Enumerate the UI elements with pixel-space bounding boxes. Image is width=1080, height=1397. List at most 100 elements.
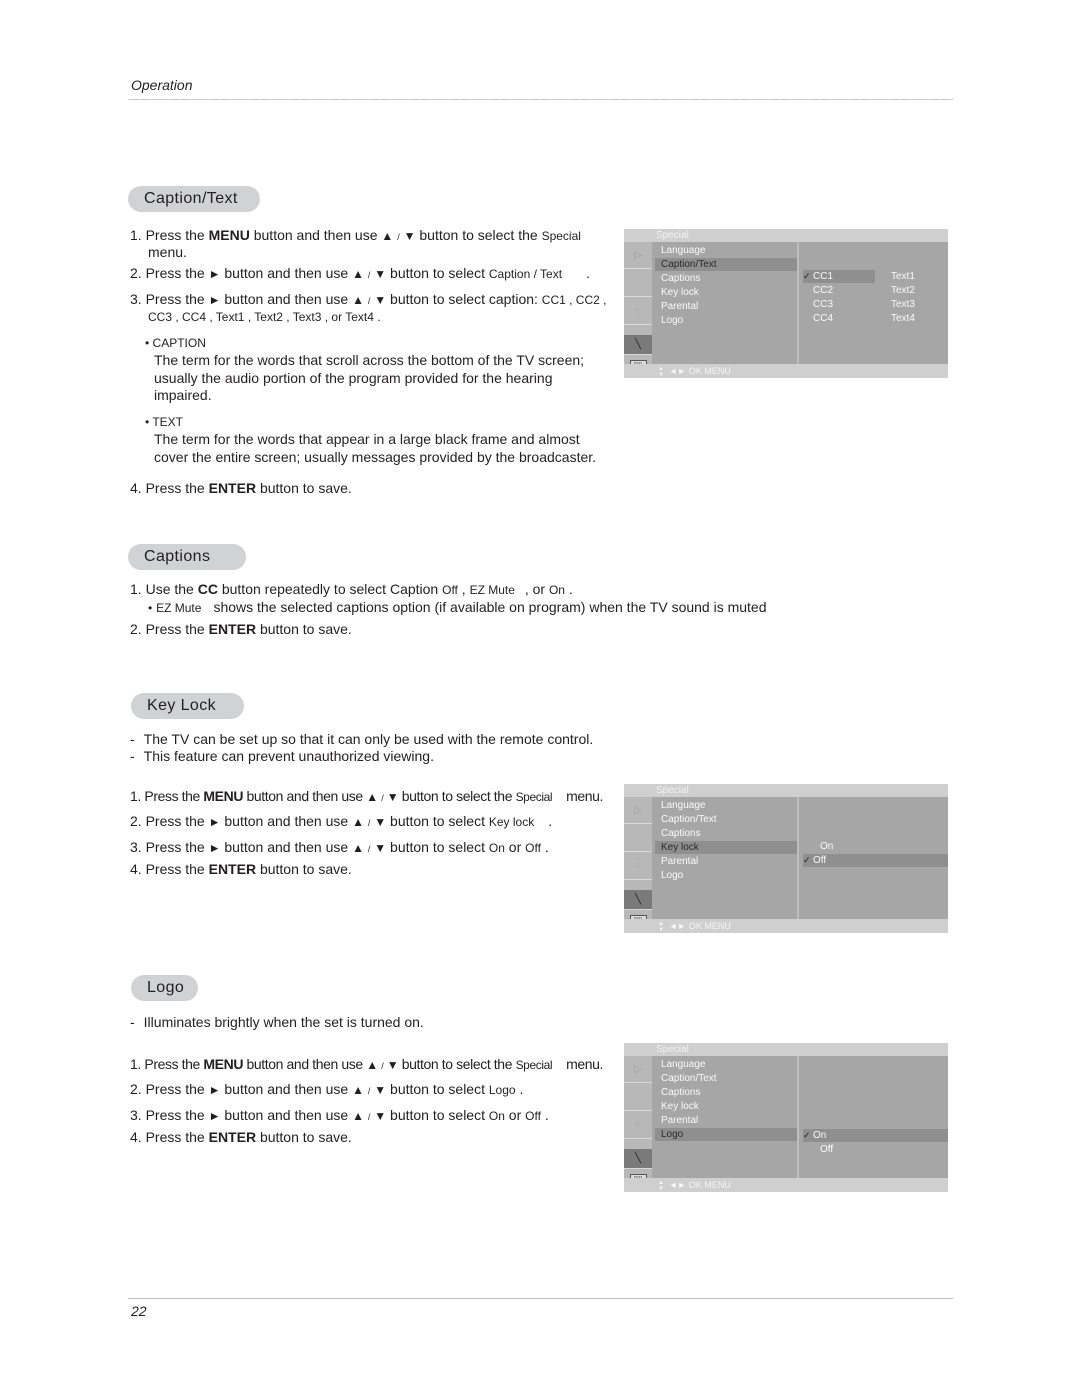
key-lock-intro-2: - This feature can prevent unauthorized v… xyxy=(130,748,434,764)
osd-nav-bar: ▲ ▼ ◄► OK MENU xyxy=(624,1178,948,1192)
right-arrow-icon: ► xyxy=(208,293,221,307)
osd-title: Special xyxy=(656,230,689,241)
osd-option-text2[interactable]: Text2 xyxy=(891,284,915,297)
caption-text-step-4: 4. Press the ENTER button to save. xyxy=(130,480,352,496)
osd-options: On ✓ Off xyxy=(801,797,948,919)
up-arrow-icon: ▲ xyxy=(352,1083,364,1097)
osd-item-parental[interactable]: Parental xyxy=(655,855,797,868)
osd-nav-hint: ◄► OK MENU xyxy=(668,921,731,931)
bullet-text-text-2: cover the entire screen; usually message… xyxy=(154,449,597,465)
osd-option-on[interactable]: On xyxy=(820,840,833,853)
osd-item-key-lock[interactable]: Key lock xyxy=(655,1100,797,1113)
up-arrow-icon: ▲ xyxy=(381,229,394,243)
osd-option-cc2[interactable]: CC2 xyxy=(813,284,833,297)
down-arrow-icon: ▼ xyxy=(374,1109,387,1123)
right-arrow-icon: ► xyxy=(208,267,221,281)
bullet-caption-text-1: The term for the words that scroll acros… xyxy=(154,352,585,368)
sparkle-icon: ⁘ xyxy=(624,853,652,880)
osd-icon-column: ▷ ⁘ ◞ ╲ PIP xyxy=(624,242,652,371)
osd-caption-text-menu: Special ▷ ⁘ ◞ ╲ PIP Language Caption/Tex… xyxy=(624,229,948,378)
osd-item-logo[interactable]: Logo xyxy=(655,314,797,327)
pen-icon: ╲ xyxy=(624,335,652,355)
captions-heading: Captions xyxy=(128,544,246,570)
pen-icon: ╲ xyxy=(624,1149,652,1169)
up-arrow-icon: ▲ xyxy=(352,815,364,829)
cursor-icon: ▷ xyxy=(624,1056,652,1083)
check-icon: ✓ xyxy=(803,1130,811,1140)
blank-icon xyxy=(624,825,652,852)
captions-step-2: 2. Press the ENTER button to save. xyxy=(130,621,352,637)
osd-title: Special xyxy=(656,785,689,796)
osd-menu-list: Language Caption/Text Captions Key lock … xyxy=(655,1056,799,1178)
osd-item-language[interactable]: Language xyxy=(655,244,797,257)
osd-item-parental[interactable]: Parental xyxy=(655,1114,797,1127)
up-down-icon: ▲ ▼ xyxy=(658,920,664,933)
osd-item-language[interactable]: Language xyxy=(655,799,797,812)
osd-item-key-lock[interactable]: Key lock xyxy=(655,841,797,854)
down-arrow-icon: ▼ xyxy=(374,841,387,855)
osd-item-key-lock[interactable]: Key lock xyxy=(655,286,797,299)
bullet-caption-text-3: impaired. xyxy=(154,387,212,403)
section-header: Operation xyxy=(131,77,193,93)
osd-item-logo[interactable]: Logo xyxy=(655,869,797,882)
osd-icon-column: ▷ ⁘ ◞ ╲ PIP xyxy=(624,797,652,926)
down-arrow-icon: ▼ xyxy=(386,790,399,804)
osd-item-captions[interactable]: Captions xyxy=(655,1086,797,1099)
logo-step-2: 2. Press the ► button and then use ▲ / ▼… xyxy=(130,1081,524,1097)
osd-menu-list: Language Caption/Text Captions Key lock … xyxy=(655,797,799,919)
down-arrow-icon: ▼ xyxy=(374,1083,387,1097)
osd-nav-bar: ▲ ▼ ◄► OK MENU xyxy=(624,919,948,933)
osd-nav-hint: ◄► OK MENU xyxy=(668,1180,731,1190)
osd-item-captions[interactable]: Captions xyxy=(655,272,797,285)
cursor-icon: ▷ xyxy=(624,242,652,269)
key-lock-intro-1: - The TV can be set up so that it can onl… xyxy=(130,731,594,747)
down-arrow-icon: ▼ xyxy=(403,229,416,243)
logo-step-4: 4. Press the ENTER button to save. xyxy=(130,1129,352,1145)
logo-step-1: 1. Press the MENU button and then use ▲ … xyxy=(130,1056,604,1072)
up-arrow-icon: ▲ xyxy=(352,267,364,281)
osd-option-on[interactable]: ✓ On xyxy=(803,1129,948,1142)
osd-option-cc4[interactable]: CC4 xyxy=(813,312,833,325)
osd-option-off[interactable]: ✓ Off xyxy=(803,854,948,867)
up-arrow-icon: ▲ xyxy=(366,790,378,804)
right-arrow-icon: ► xyxy=(208,841,221,855)
osd-option-off[interactable]: Off xyxy=(820,1143,833,1156)
osd-item-captions[interactable]: Captions xyxy=(655,827,797,840)
sparkle-icon: ⁘ xyxy=(624,1112,652,1139)
right-arrow-icon: ► xyxy=(208,1083,221,1097)
osd-item-caption-text[interactable]: Caption/Text xyxy=(655,1072,797,1085)
osd-icon-column: ▷ ⁘ ◞ ╲ PIP xyxy=(624,1056,652,1185)
osd-option-text1[interactable]: Text1 xyxy=(891,270,915,283)
key-lock-heading: Key Lock xyxy=(131,693,244,719)
logo-heading: Logo xyxy=(131,975,198,1001)
osd-option-text4[interactable]: Text4 xyxy=(891,312,915,325)
osd-option-cc1[interactable]: ✓ CC1 xyxy=(803,270,875,283)
check-icon: ✓ xyxy=(803,855,811,865)
right-arrow-icon: ► xyxy=(208,815,221,829)
osd-option-cc3[interactable]: CC3 xyxy=(813,298,833,311)
osd-option-text3[interactable]: Text3 xyxy=(891,298,915,311)
logo-intro: - Illuminates brightly when the set is tu… xyxy=(130,1014,424,1030)
osd-item-caption-text[interactable]: Caption/Text xyxy=(655,258,797,271)
osd-item-parental[interactable]: Parental xyxy=(655,300,797,313)
captions-note: • EZ Mute shows the selected captions opt… xyxy=(148,599,767,615)
up-down-icon: ▲ ▼ xyxy=(658,1179,664,1192)
bullet-text-text-1: The term for the words that appear in a … xyxy=(154,431,580,447)
caption-text-step-3-cont: CC3 , CC4 , Text1 , Text2 , Text3 , or T… xyxy=(148,310,381,324)
captions-step-1: 1. Use the CC button repeatedly to selec… xyxy=(130,581,573,597)
caption-text-step-2: 2. Press the ► button and then use ▲ / ▼… xyxy=(130,265,590,281)
page-number: 22 xyxy=(131,1303,147,1319)
bullet-caption-text-2: usually the audio portion of the program… xyxy=(154,370,553,386)
key-lock-step-1: 1. Press the MENU button and then use ▲ … xyxy=(130,788,604,804)
key-lock-step-4: 4. Press the ENTER button to save. xyxy=(130,861,352,877)
cursor-icon: ▷ xyxy=(624,797,652,824)
osd-nav-bar: ▲ ▼ ◄► OK MENU xyxy=(624,364,948,378)
osd-item-caption-text[interactable]: Caption/Text xyxy=(655,813,797,826)
osd-item-logo[interactable]: Logo xyxy=(655,1128,797,1141)
osd-item-language[interactable]: Language xyxy=(655,1058,797,1071)
pen-icon: ╲ xyxy=(624,890,652,910)
footer-divider xyxy=(128,1298,953,1299)
up-down-icon: ▲ ▼ xyxy=(658,365,664,378)
caption-text-step-3: 3. Press the ► button and then use ▲ / ▼… xyxy=(130,291,607,307)
logo-step-3: 3. Press the ► button and then use ▲ / ▼… xyxy=(130,1107,549,1123)
